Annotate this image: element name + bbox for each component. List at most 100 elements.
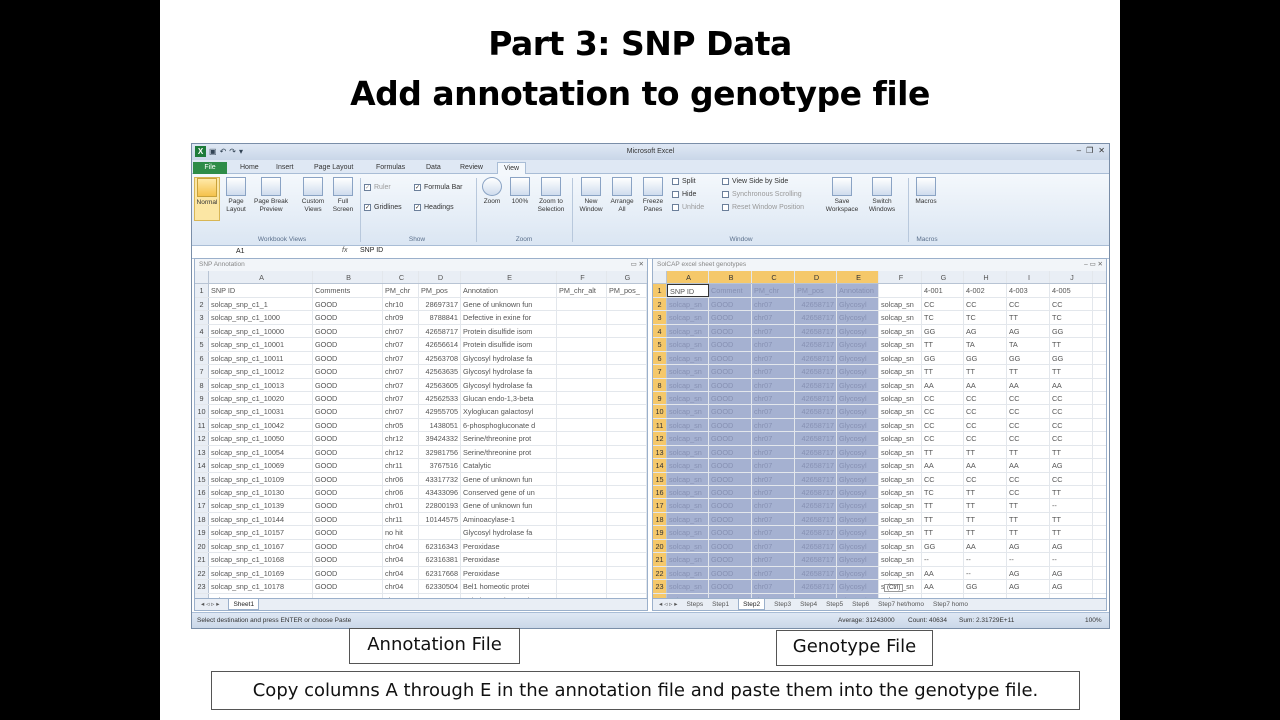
- selected-cell[interactable]: solcap_sn: [667, 311, 709, 324]
- table-cell[interactable]: [607, 445, 647, 459]
- selected-cell[interactable]: solcap_sn: [667, 499, 709, 512]
- row-number[interactable]: 10: [653, 405, 667, 418]
- selected-cell[interactable]: 42658717: [795, 566, 837, 580]
- table-cell[interactable]: Protein disulfide isom: [461, 338, 557, 351]
- corner-cell[interactable]: [195, 271, 209, 284]
- selected-cell[interactable]: Glycosyl: [837, 432, 879, 445]
- row-number[interactable]: 13: [195, 445, 209, 459]
- restore-icon[interactable]: ❐: [1086, 146, 1093, 155]
- table-cell[interactable]: [557, 432, 607, 445]
- genotype-cell[interactable]: AA: [964, 539, 1007, 553]
- table-cell[interactable]: Defective in exine for: [461, 311, 557, 324]
- genotype-cell[interactable]: TT: [922, 338, 964, 351]
- tab-insert[interactable]: Insert: [270, 162, 300, 174]
- table-cell[interactable]: solcap_snp_c1_10000: [209, 324, 313, 338]
- table-cell[interactable]: 39424332: [419, 432, 461, 445]
- column-header[interactable]: D: [419, 271, 461, 284]
- table-cell[interactable]: PM_chr: [383, 284, 419, 297]
- table-cell[interactable]: GOOD: [313, 311, 383, 324]
- table-cell[interactable]: Protein disulfide isom: [461, 324, 557, 338]
- table-cell[interactable]: [607, 486, 647, 499]
- tab-view[interactable]: View: [497, 162, 527, 174]
- table-cell[interactable]: [607, 391, 647, 405]
- table-cell[interactable]: Peroxidase: [461, 553, 557, 566]
- genotype-cell[interactable]: CC: [922, 472, 964, 485]
- table-cell[interactable]: GOOD: [313, 418, 383, 432]
- genotype-cell[interactable]: CC: [964, 391, 1007, 405]
- table-cell[interactable]: solcap_snp_c1_10013: [209, 378, 313, 391]
- table-cell[interactable]: solcap_snp_c1_10109: [209, 472, 313, 485]
- column-header[interactable]: F: [879, 271, 922, 284]
- table-cell[interactable]: Glycosyl hydrolase fa: [461, 351, 557, 365]
- table-cell[interactable]: chr11: [383, 512, 419, 526]
- selected-cell[interactable]: Glycosyl: [837, 486, 879, 499]
- selected-cell[interactable]: chr07: [752, 580, 795, 593]
- table-cell[interactable]: 62330504: [419, 580, 461, 593]
- table-cell[interactable]: [557, 580, 607, 593]
- genotype-cell[interactable]: GG: [1050, 351, 1093, 365]
- table-cell[interactable]: solcap_sn: [879, 512, 922, 526]
- genotype-cell[interactable]: TT: [1050, 526, 1093, 539]
- genotype-cell[interactable]: AA: [922, 566, 964, 580]
- selected-cell[interactable]: Glycosyl: [837, 459, 879, 472]
- genotype-cell[interactable]: AA: [964, 378, 1007, 391]
- selected-cell[interactable]: 42658717: [795, 338, 837, 351]
- selected-cell[interactable]: Glycosyl: [837, 324, 879, 338]
- split-button[interactable]: Split: [672, 178, 696, 185]
- selected-cell[interactable]: chr07: [752, 472, 795, 485]
- row-number[interactable]: 2: [653, 297, 667, 311]
- table-cell[interactable]: Gene of unknown fun: [461, 472, 557, 485]
- table-cell[interactable]: Annotation: [837, 284, 879, 297]
- selected-cell[interactable]: 42658717: [795, 486, 837, 499]
- selected-cell[interactable]: solcap_sn: [667, 351, 709, 365]
- row-number[interactable]: 21: [653, 553, 667, 566]
- table-cell[interactable]: 42656614: [419, 338, 461, 351]
- selected-cell[interactable]: chr07: [752, 459, 795, 472]
- selected-cell[interactable]: Glycosyl: [837, 445, 879, 459]
- table-cell[interactable]: PM_pos_: [607, 284, 647, 297]
- genotype-cell[interactable]: AG: [1007, 324, 1050, 338]
- genotype-cell[interactable]: GG: [922, 324, 964, 338]
- table-cell[interactable]: 22800193: [419, 499, 461, 512]
- table-cell[interactable]: Gene of unknown fun: [461, 297, 557, 311]
- genotype-cell[interactable]: TC: [922, 311, 964, 324]
- selected-cell[interactable]: solcap_sn: [667, 297, 709, 311]
- genotype-cell[interactable]: CC: [1050, 432, 1093, 445]
- genotype-cell[interactable]: TT: [1007, 445, 1050, 459]
- close-icon[interactable]: ✕: [1098, 146, 1105, 155]
- selected-cell[interactable]: solcap_sn: [667, 526, 709, 539]
- selected-cell[interactable]: chr07: [752, 526, 795, 539]
- selected-cell[interactable]: solcap_sn: [667, 405, 709, 418]
- genotype-grid[interactable]: A B C D E F G H I J 1 SNP ID Comment PM_chr PM_pos Anno…: [653, 271, 1106, 607]
- table-cell[interactable]: [607, 351, 647, 365]
- column-header[interactable]: C: [752, 271, 795, 284]
- selected-cell[interactable]: solcap_sn: [667, 432, 709, 445]
- table-cell[interactable]: solcap_sn: [879, 338, 922, 351]
- genotype-cell[interactable]: CC: [922, 405, 964, 418]
- row-number[interactable]: 8: [653, 378, 667, 391]
- genotype-cell[interactable]: GG: [964, 580, 1007, 593]
- table-cell[interactable]: GOOD: [313, 539, 383, 553]
- table-cell[interactable]: Peroxidase: [461, 539, 557, 553]
- selected-cell[interactable]: chr07: [752, 297, 795, 311]
- table-cell[interactable]: chr04: [383, 566, 419, 580]
- table-cell[interactable]: [607, 311, 647, 324]
- selected-cell[interactable]: GOOD: [709, 553, 752, 566]
- table-cell[interactable]: solcap_snp_c1_10012: [209, 365, 313, 378]
- hide-button[interactable]: Hide: [672, 191, 696, 198]
- genotype-cell[interactable]: AA: [922, 378, 964, 391]
- row-number[interactable]: 18: [653, 512, 667, 526]
- table-cell[interactable]: solcap_sn: [879, 445, 922, 459]
- table-cell[interactable]: [557, 365, 607, 378]
- page-layout-button[interactable]: Page Layout: [223, 177, 249, 214]
- table-cell[interactable]: solcap_sn: [879, 472, 922, 485]
- genotype-cell[interactable]: CC: [922, 432, 964, 445]
- table-cell[interactable]: [557, 338, 607, 351]
- selected-cell[interactable]: GOOD: [709, 459, 752, 472]
- genotype-cell[interactable]: TT: [964, 499, 1007, 512]
- genotype-cell[interactable]: AG: [1050, 566, 1093, 580]
- table-cell[interactable]: Serine/threonine prot: [461, 432, 557, 445]
- row-number[interactable]: 4: [653, 324, 667, 338]
- table-cell[interactable]: GOOD: [313, 526, 383, 539]
- genotype-cell[interactable]: CC: [964, 418, 1007, 432]
